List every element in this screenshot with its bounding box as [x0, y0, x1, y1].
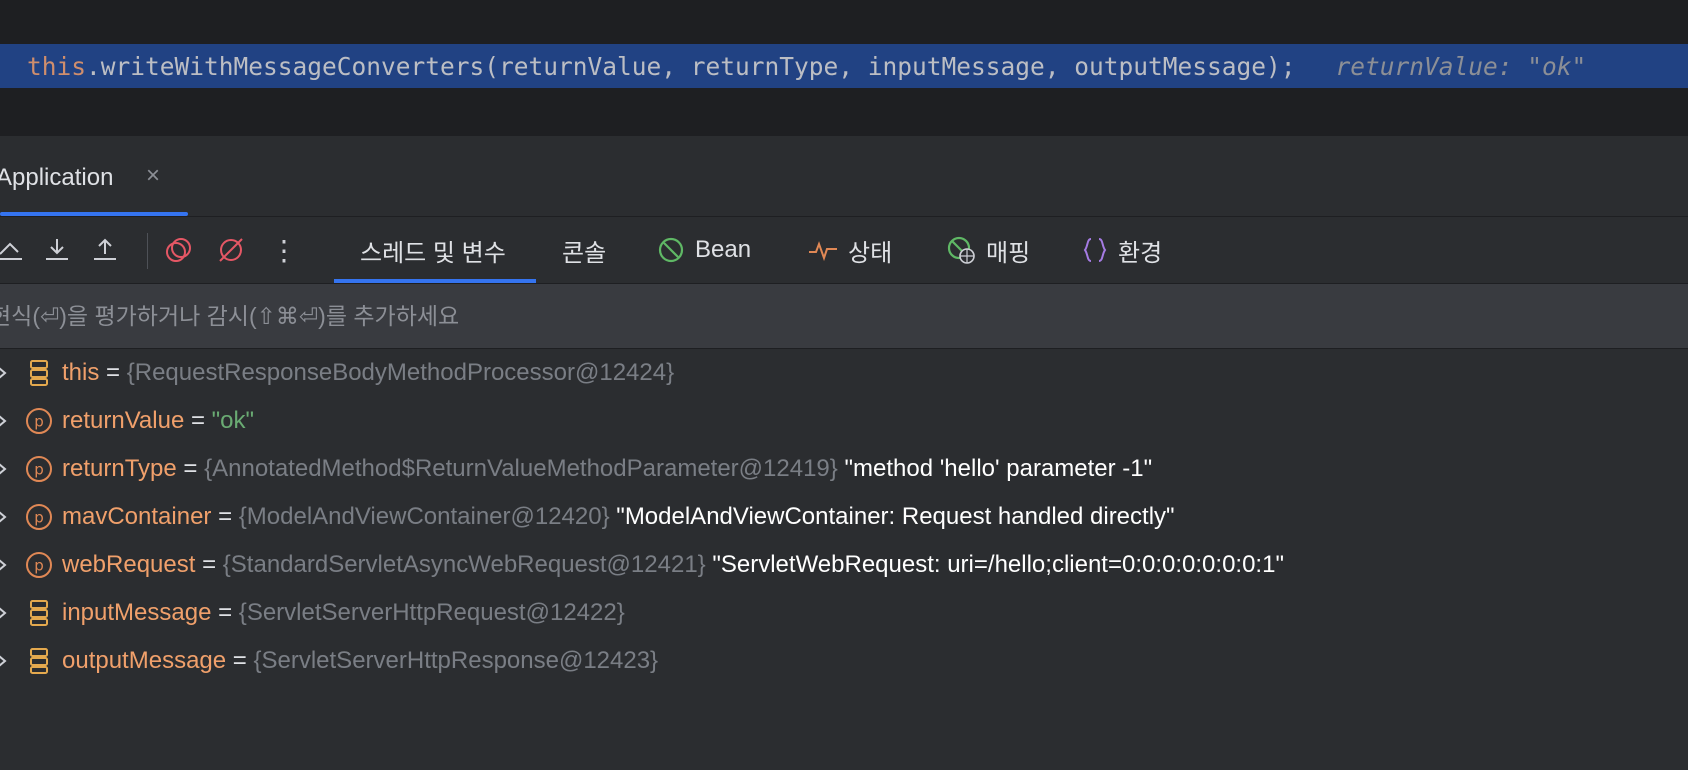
bean-icon: [657, 236, 685, 264]
mute-breakpoints-icon[interactable]: [211, 217, 251, 283]
field-icon: [30, 600, 48, 626]
variable-text: returnValue = "ok": [62, 407, 254, 435]
variable-type: {StandardServletAsyncWebRequest@12421}: [222, 551, 706, 578]
equals-sign: =: [176, 455, 205, 482]
variable-name: webRequest: [62, 551, 196, 578]
braces-icon: [1082, 236, 1108, 264]
variable-description: "method 'hello' parameter -1": [837, 455, 1153, 482]
code-text: .writeWithMessageConverters(returnValue,…: [86, 51, 1296, 81]
variable-type: {ModelAndViewContainer@12420}: [238, 503, 610, 530]
editor-area: this .writeWithMessageConverters(returnVa…: [0, 0, 1688, 136]
inline-debug-value: returnValue: "ok": [1335, 51, 1587, 81]
toolbar-separator: [147, 233, 148, 269]
svg-text:p: p: [34, 413, 44, 431]
debug-toolbar: ⋮ 스레드 및 변수 콘솔 Bean 상태 매핑 환경: [0, 217, 1688, 284]
tab-environment[interactable]: 환경: [1082, 217, 1162, 283]
mapping-icon: [946, 235, 976, 265]
equals-sign: =: [184, 407, 212, 434]
variable-text: mavContainer = {ModelAndViewContainer@12…: [62, 503, 1175, 531]
variable-row[interactable]: this = {RequestResponseBodyMethodProcess…: [0, 349, 1688, 397]
tab-active-indicator: [0, 212, 188, 216]
code-keyword: this: [27, 51, 87, 81]
more-options-icon[interactable]: ⋮: [264, 217, 304, 283]
chevron-right-icon[interactable]: [0, 457, 10, 481]
chevron-right-icon[interactable]: [0, 505, 10, 529]
equals-sign: =: [211, 503, 239, 530]
svg-text:p: p: [34, 461, 44, 479]
variable-name: outputMessage: [62, 647, 227, 674]
chevron-right-icon[interactable]: [0, 649, 10, 673]
variable-name: inputMessage: [62, 599, 212, 626]
variable-type: {AnnotatedMethod$ReturnValueMethodParame…: [204, 455, 838, 482]
svg-text:p: p: [34, 509, 44, 527]
tab-bean-label: Bean: [695, 236, 752, 263]
tab-application[interactable]: Application ×: [0, 136, 188, 216]
variables-tree: this = {RequestResponseBodyMethodProcess…: [0, 349, 1688, 685]
tab-mappings[interactable]: 매핑: [946, 217, 1030, 283]
tab-console-label: 콘솔: [562, 239, 607, 267]
tab-threads-variables-label: 스레드 및 변수: [360, 239, 506, 267]
tab-health[interactable]: 상태: [808, 217, 892, 283]
tab-environment-label: 환경: [1118, 239, 1163, 267]
parameter-icon: p: [26, 456, 52, 482]
variable-row[interactable]: p mavContainer = {ModelAndViewContainer@…: [0, 493, 1688, 541]
step-into-icon[interactable]: [37, 217, 77, 283]
active-tab-indicator: [334, 279, 536, 283]
equals-sign: =: [195, 551, 223, 578]
variable-text: this = {RequestResponseBodyMethodProcess…: [62, 359, 674, 387]
equals-sign: =: [211, 599, 239, 626]
variable-row[interactable]: p webRequest = {StandardServletAsyncWebR…: [0, 541, 1688, 589]
chevron-right-icon[interactable]: [0, 601, 10, 625]
variable-type: {ServletServerHttpRequest@12422}: [238, 599, 625, 626]
variable-row[interactable]: p returnValue = "ok": [0, 397, 1688, 445]
run-tab-bar: Application ×: [0, 136, 1688, 217]
step-over-icon[interactable]: [0, 217, 32, 283]
close-icon[interactable]: ×: [146, 162, 160, 190]
current-execution-line[interactable]: this .writeWithMessageConverters(returnVa…: [0, 44, 1688, 88]
equals-sign: =: [226, 647, 254, 674]
tab-console[interactable]: 콘솔: [562, 217, 606, 283]
tab-health-label: 상태: [848, 239, 893, 267]
tab-mappings-label: 매핑: [986, 239, 1031, 267]
evaluate-expression-input[interactable]: [0, 284, 1670, 348]
variable-type: {RequestResponseBodyMethodProcessor@1242…: [126, 359, 675, 386]
variable-text: inputMessage = {ServletServerHttpRequest…: [62, 599, 625, 627]
equals-sign: =: [99, 359, 127, 386]
pulse-icon: [808, 236, 838, 264]
variable-name: returnType: [62, 455, 177, 482]
chevron-right-icon[interactable]: [0, 361, 10, 385]
svg-text:p: p: [34, 557, 44, 575]
chevron-right-icon[interactable]: [0, 553, 10, 577]
debug-panel: Application × ⋮ 스레드 및 변수 콘솔 Bean 상태 매핑 환…: [0, 136, 1688, 770]
variable-row[interactable]: outputMessage = {ServletServerHttpRespon…: [0, 637, 1688, 685]
step-out-icon[interactable]: [85, 217, 125, 283]
view-breakpoints-icon[interactable]: [159, 217, 199, 283]
field-icon: [30, 360, 48, 386]
variable-row[interactable]: inputMessage = {ServletServerHttpRequest…: [0, 589, 1688, 637]
tab-application-label: Application: [0, 164, 114, 191]
chevron-right-icon[interactable]: [0, 409, 10, 433]
variable-text: returnType = {AnnotatedMethod$ReturnValu…: [62, 455, 1152, 483]
parameter-icon: p: [26, 552, 52, 578]
variable-description: "ModelAndViewContainer: Request handled …: [609, 503, 1175, 530]
parameter-icon: p: [26, 408, 52, 434]
variable-description: "ServletWebRequest: uri=/hello;client=0:…: [705, 551, 1284, 578]
tab-threads-variables[interactable]: 스레드 및 변수: [360, 217, 506, 283]
variable-name: returnValue: [62, 407, 185, 434]
evaluate-expression-bar: [0, 284, 1688, 349]
variable-row[interactable]: p returnType = {AnnotatedMethod$ReturnVa…: [0, 445, 1688, 493]
variable-text: webRequest = {StandardServletAsyncWebReq…: [62, 551, 1284, 579]
parameter-icon: p: [26, 504, 52, 530]
tab-bean[interactable]: Bean: [657, 217, 751, 283]
field-icon: [30, 648, 48, 674]
variable-text: outputMessage = {ServletServerHttpRespon…: [62, 647, 658, 675]
variable-name: mavContainer: [62, 503, 212, 530]
variable-name: this: [62, 359, 100, 386]
variable-string-value: "ok": [211, 407, 255, 434]
variable-type: {ServletServerHttpResponse@12423}: [253, 647, 659, 674]
